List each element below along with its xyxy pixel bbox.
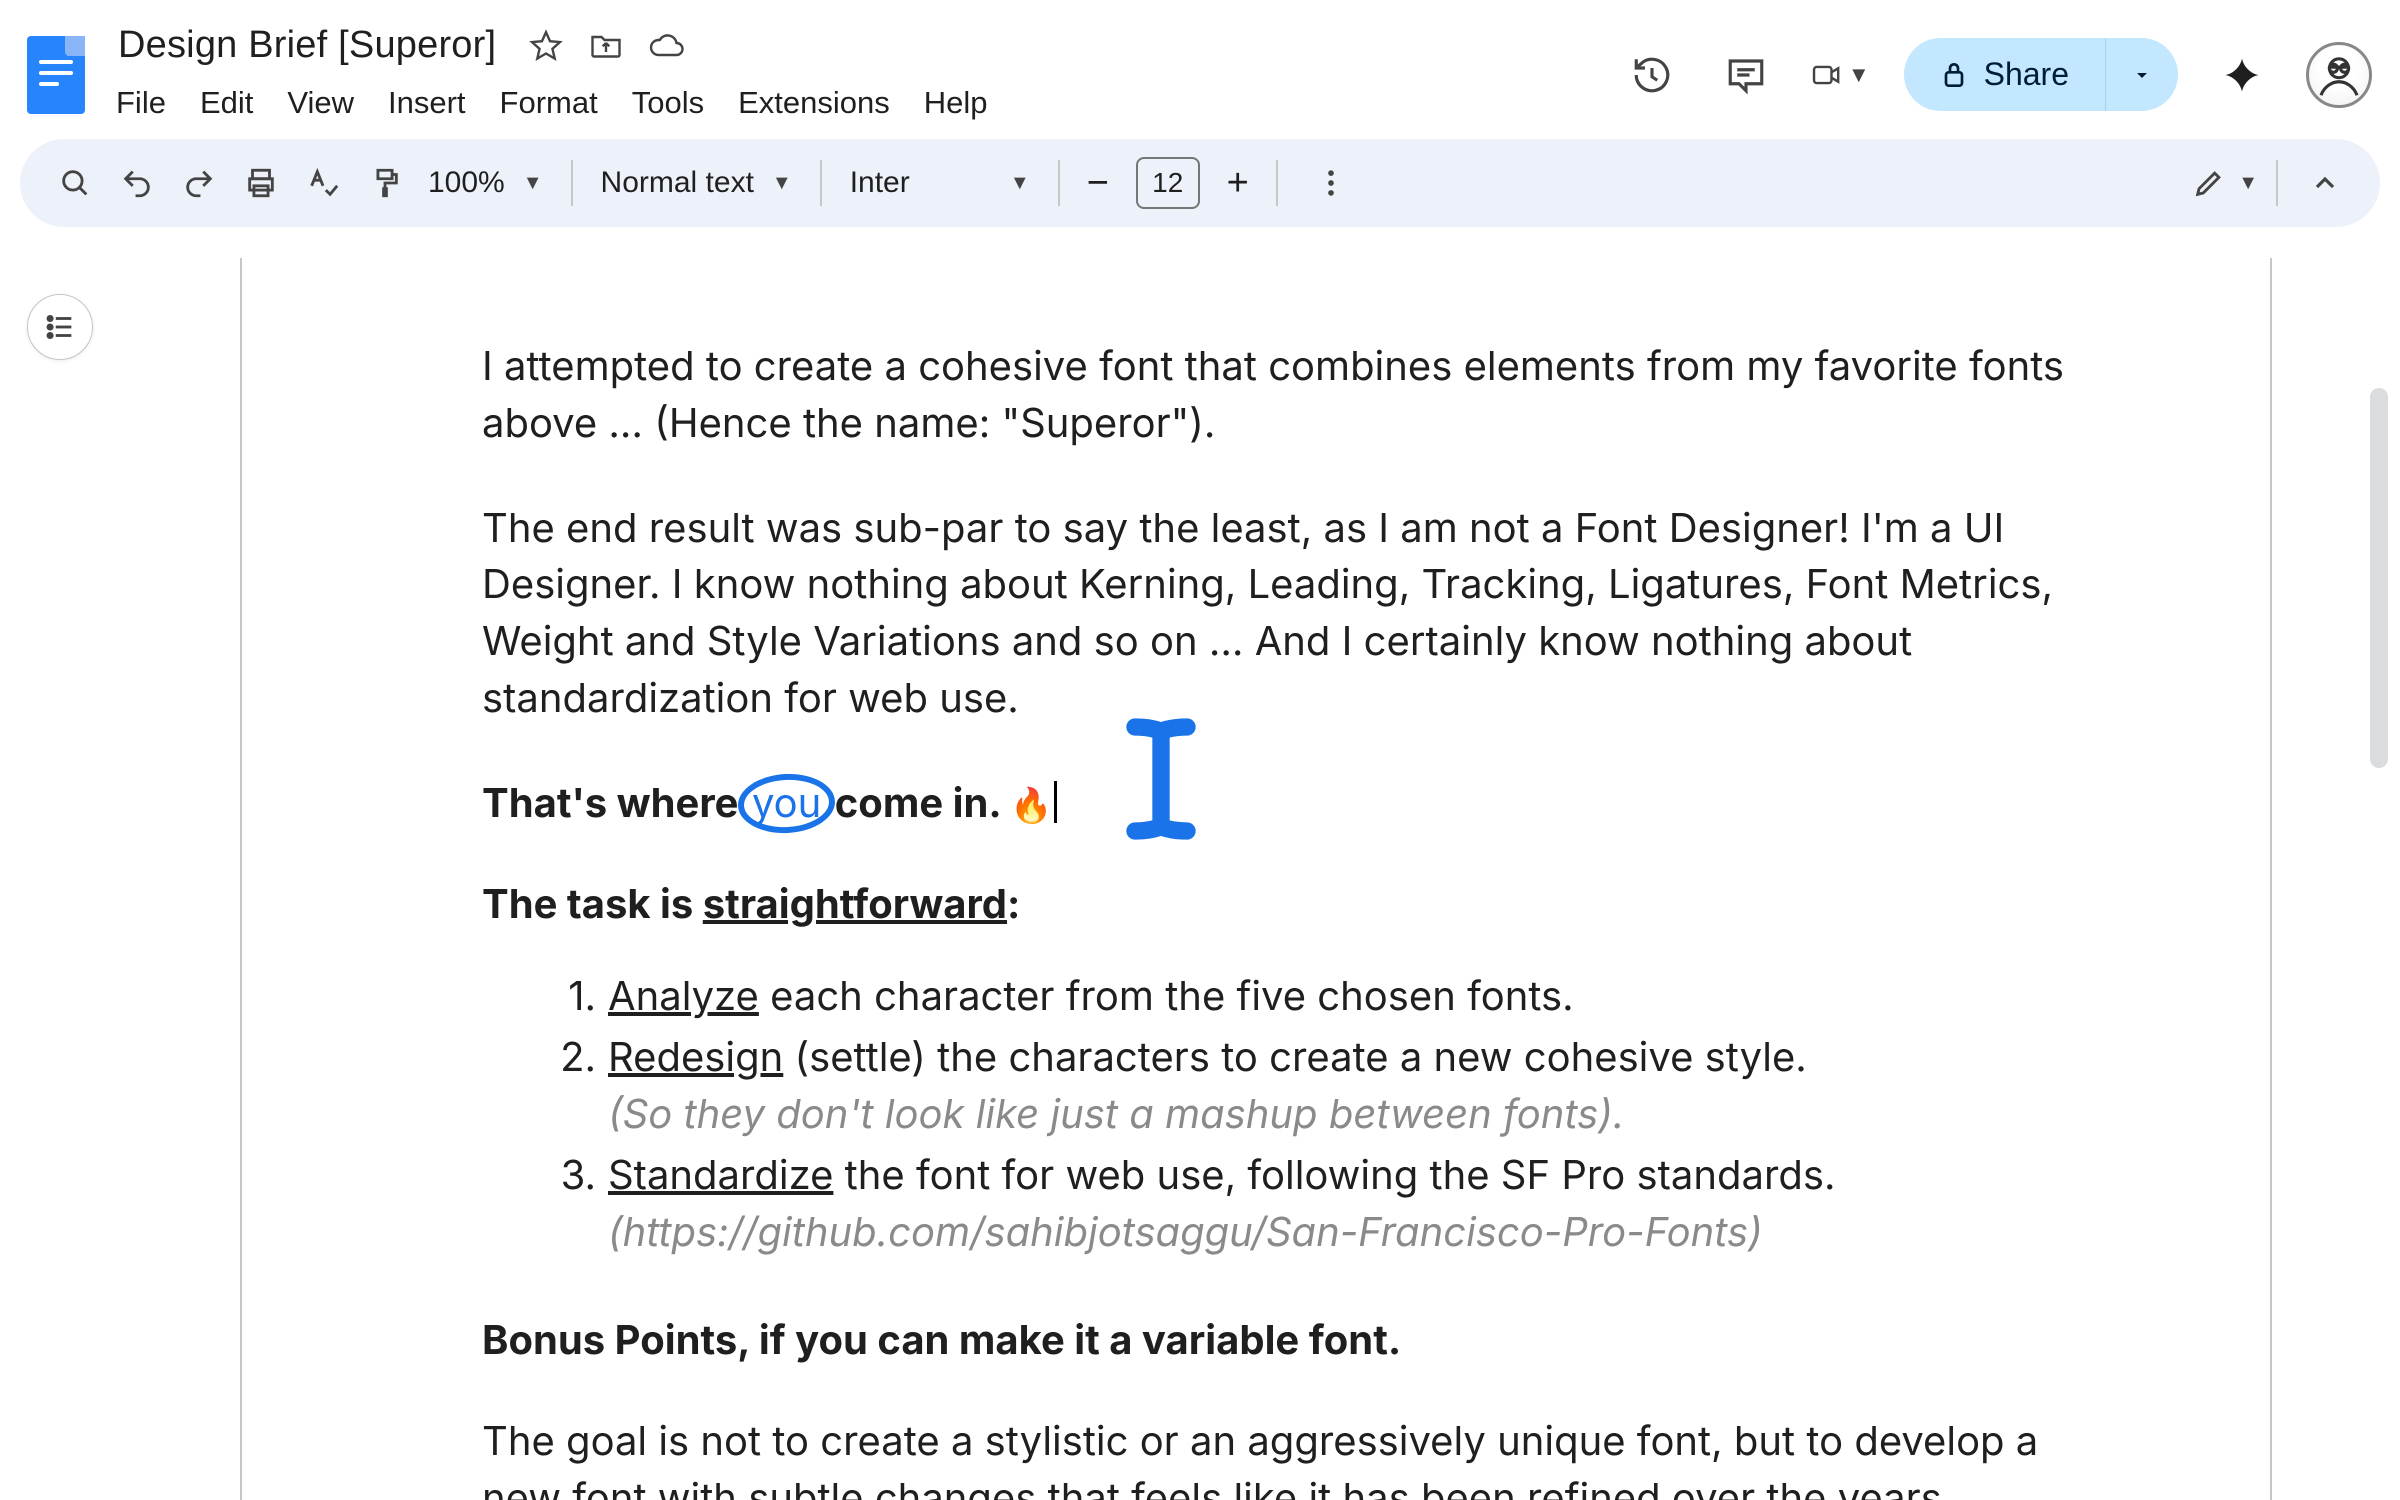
workspace: I attempted to create a cohesive font th… bbox=[0, 258, 2400, 1500]
left-rail bbox=[0, 258, 120, 1500]
more-tools-icon[interactable] bbox=[1302, 154, 1360, 212]
step-note: (https://github.com/sahibjotsaggu/San-Fr… bbox=[608, 1204, 2080, 1261]
print-icon[interactable] bbox=[232, 154, 290, 212]
step-note: (So they don't look like just a mashup b… bbox=[608, 1086, 2080, 1143]
app-icon[interactable] bbox=[20, 14, 92, 114]
caret-down-icon[interactable]: ▼ bbox=[1848, 62, 1870, 88]
text-cursor-icon bbox=[1117, 714, 1205, 859]
editing-mode-select[interactable]: ▼ bbox=[2192, 166, 2258, 200]
paint-format-icon[interactable] bbox=[356, 154, 414, 212]
undo-icon[interactable] bbox=[108, 154, 166, 212]
caret-down-icon: ▼ bbox=[2238, 172, 2258, 195]
share-button-group: Share bbox=[1904, 38, 2178, 111]
step-action: Standardize bbox=[608, 1150, 833, 1199]
menu-file[interactable]: File bbox=[116, 85, 166, 121]
menu-tools[interactable]: Tools bbox=[632, 85, 704, 121]
separator bbox=[1276, 160, 1278, 206]
caret-down-icon: ▼ bbox=[523, 172, 543, 195]
list-item[interactable]: Standardize the font for web use, follow… bbox=[552, 1147, 2080, 1261]
font-size-input[interactable]: 12 bbox=[1136, 157, 1200, 209]
menu-edit[interactable]: Edit bbox=[200, 85, 253, 121]
body-paragraph[interactable]: I attempted to create a cohesive font th… bbox=[482, 338, 2080, 452]
text: That's where bbox=[482, 778, 748, 827]
move-icon[interactable] bbox=[588, 28, 624, 64]
step-rest: each character from the five chosen font… bbox=[759, 971, 1574, 1020]
separator bbox=[820, 160, 822, 206]
task-steps-list[interactable]: Analyze each character from the five cho… bbox=[482, 968, 2080, 1260]
menu-help[interactable]: Help bbox=[924, 85, 988, 121]
toolbar: 100% ▼ Normal text ▼ Inter ▼ − 12 + ▼ bbox=[20, 139, 2380, 227]
menu-format[interactable]: Format bbox=[500, 85, 598, 121]
menu-insert[interactable]: Insert bbox=[388, 85, 466, 121]
share-label: Share bbox=[1984, 56, 2069, 93]
underlined-word: straightforward bbox=[703, 879, 1007, 928]
step-action: Redesign bbox=[608, 1032, 783, 1081]
step-rest: the font for web use, following the SF P… bbox=[833, 1150, 1835, 1199]
search-icon[interactable] bbox=[46, 154, 104, 212]
vertical-scrollbar[interactable] bbox=[2370, 388, 2388, 768]
step-action: Analyze bbox=[608, 971, 759, 1020]
gemini-icon[interactable] bbox=[2212, 45, 2272, 105]
font-size-increase[interactable]: + bbox=[1218, 162, 1258, 205]
zoom-select[interactable]: 100% ▼ bbox=[418, 166, 553, 200]
task-heading[interactable]: The task is straightforward: bbox=[482, 876, 2080, 933]
menu-bar: File Edit View Insert Format Tools Exten… bbox=[110, 77, 1604, 133]
body-paragraph[interactable]: The end result was sub-par to say the le… bbox=[482, 500, 2080, 727]
font-size-control: − 12 + bbox=[1078, 157, 1258, 209]
circled-word: you bbox=[748, 778, 825, 827]
menu-view[interactable]: View bbox=[287, 85, 354, 121]
font-family-select[interactable]: Inter ▼ bbox=[840, 166, 1040, 200]
share-button[interactable]: Share bbox=[1904, 38, 2105, 111]
history-icon[interactable] bbox=[1622, 45, 1682, 105]
spellcheck-icon[interactable] bbox=[294, 154, 352, 212]
text-caret bbox=[1054, 781, 1057, 823]
list-item[interactable]: Redesign (settle) the characters to crea… bbox=[552, 1029, 2080, 1143]
paragraph-style-select[interactable]: Normal text ▼ bbox=[591, 166, 802, 200]
font-size-decrease[interactable]: − bbox=[1078, 162, 1118, 205]
collapse-toolbar-icon[interactable] bbox=[2296, 154, 2354, 212]
caret-down-icon: ▼ bbox=[772, 172, 792, 195]
list-item[interactable]: Analyze each character from the five cho… bbox=[552, 968, 2080, 1025]
cloud-status-icon[interactable] bbox=[648, 28, 684, 64]
outline-toggle[interactable] bbox=[27, 294, 93, 360]
menu-extensions[interactable]: Extensions bbox=[738, 85, 890, 121]
document-title[interactable]: Design Brief [Superor] bbox=[110, 20, 504, 71]
title-bar: Design Brief [Superor] File Edit View In… bbox=[0, 0, 2400, 133]
zoom-value: 100% bbox=[428, 166, 505, 200]
page-scroll[interactable]: I attempted to create a cohesive font th… bbox=[120, 258, 2400, 1500]
emphasis-line[interactable]: That's where you come in. 🔥 bbox=[482, 775, 2080, 832]
text: : bbox=[1007, 879, 1020, 928]
caret-down-icon: ▼ bbox=[1010, 172, 1030, 195]
separator bbox=[2276, 160, 2278, 206]
star-icon[interactable] bbox=[528, 28, 564, 64]
text: The task is bbox=[482, 879, 703, 928]
paragraph-style-value: Normal text bbox=[601, 166, 754, 200]
separator bbox=[571, 160, 573, 206]
bonus-line[interactable]: Bonus Points, if you can make it a varia… bbox=[482, 1312, 2080, 1369]
document-page[interactable]: I attempted to create a cohesive font th… bbox=[240, 258, 2272, 1500]
step-rest: (settle) the characters to create a new … bbox=[783, 1032, 1807, 1081]
meet-button[interactable]: ▼ bbox=[1810, 45, 1870, 105]
comments-icon[interactable] bbox=[1716, 45, 1776, 105]
text: come in. bbox=[825, 778, 1010, 827]
body-paragraph[interactable]: The goal is not to create a stylistic or… bbox=[482, 1413, 2080, 1500]
fire-emoji: 🔥 bbox=[1010, 785, 1052, 826]
font-family-value: Inter bbox=[850, 166, 910, 200]
share-dropdown[interactable] bbox=[2105, 38, 2178, 111]
separator bbox=[1058, 160, 1060, 206]
redo-icon[interactable] bbox=[170, 154, 228, 212]
account-avatar[interactable] bbox=[2306, 42, 2372, 108]
